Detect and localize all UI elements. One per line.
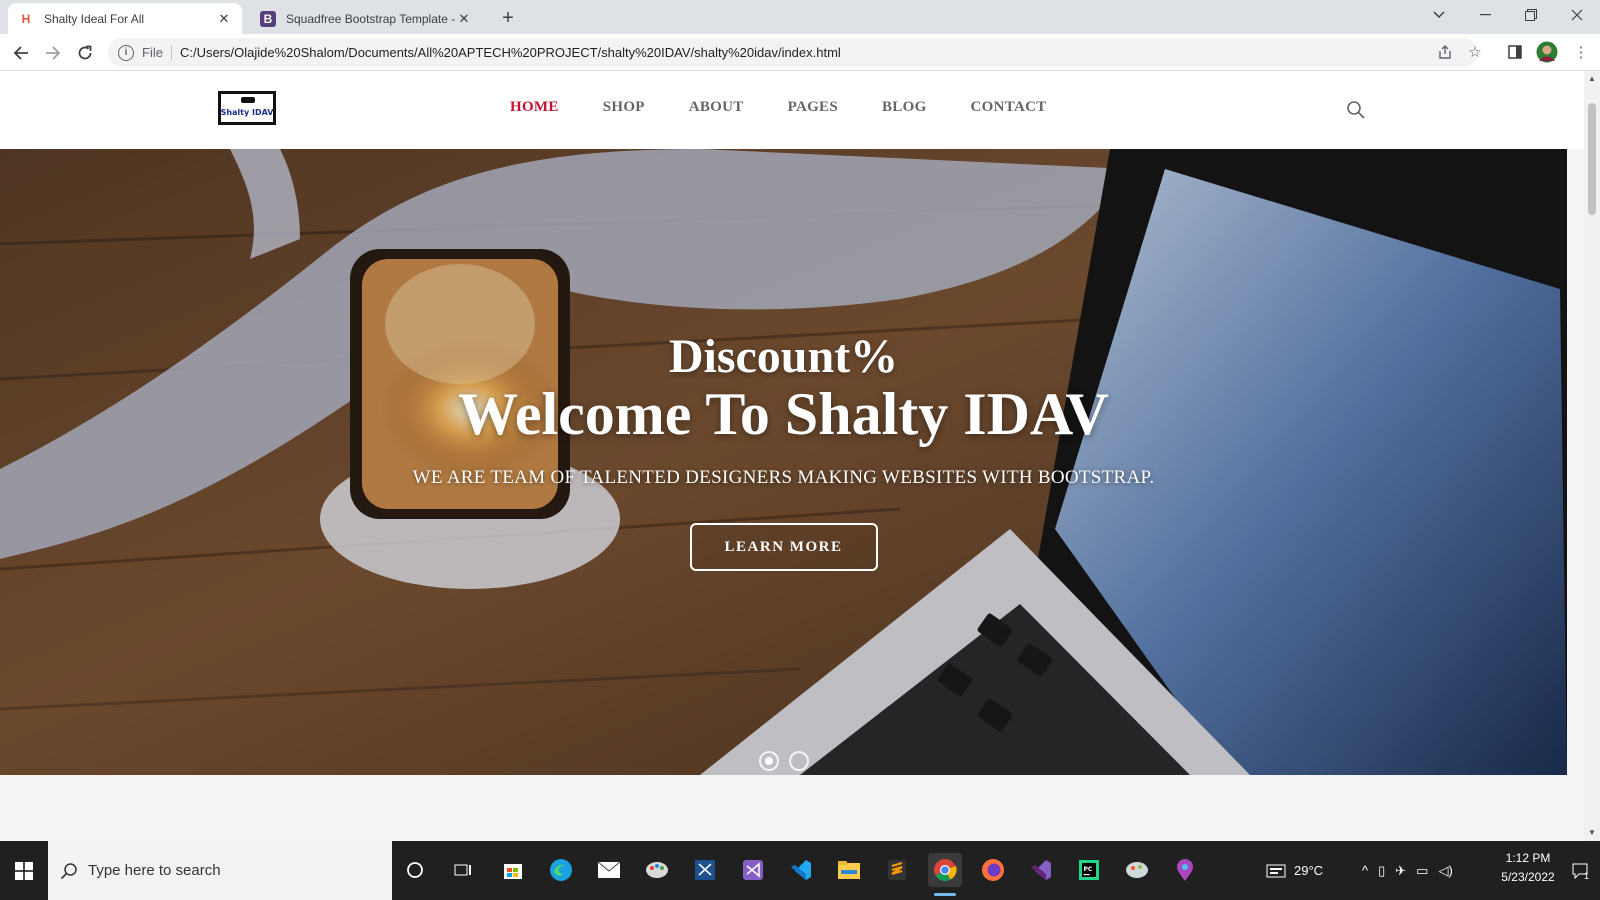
maps-pin-icon[interactable] bbox=[1168, 853, 1202, 887]
tab-squadfree[interactable]: B Squadfree Bootstrap Template - ✕ bbox=[250, 3, 482, 34]
new-tab-button[interactable]: + bbox=[496, 6, 520, 30]
page-viewport: Shalty IDAV HOME SHOP ABOUT PAGES BLOG C… bbox=[0, 71, 1584, 841]
graduation-cap-icon bbox=[241, 97, 255, 103]
search-icon[interactable] bbox=[1346, 100, 1366, 120]
hero-subtitle: WE ARE TEAM OF TALENTED DESIGNERS MAKING… bbox=[412, 467, 1155, 488]
chevron-up-icon[interactable]: ^ bbox=[1362, 863, 1368, 878]
vscode-icon[interactable] bbox=[784, 853, 818, 887]
scrollbar-thumb[interactable] bbox=[1588, 103, 1596, 215]
profile-avatar[interactable] bbox=[1536, 41, 1558, 63]
battery-icon[interactable]: ▭ bbox=[1416, 863, 1428, 879]
snipping-tool-icon[interactable] bbox=[688, 853, 722, 887]
nav-home[interactable]: HOME bbox=[510, 99, 559, 116]
side-panel-icon[interactable] bbox=[1504, 41, 1526, 63]
browser-tab-strip: H Shalty Ideal For All ✕ B Squadfree Boo… bbox=[0, 0, 1600, 34]
share-icon[interactable] bbox=[1434, 41, 1456, 63]
cortana-icon[interactable] bbox=[398, 853, 432, 887]
nav-blog[interactable]: BLOG bbox=[882, 99, 927, 116]
weather-widget[interactable]: 29°C bbox=[1266, 841, 1323, 900]
minimize-button[interactable] bbox=[1462, 0, 1508, 30]
restore-button[interactable] bbox=[1508, 0, 1554, 30]
site-info-icon[interactable]: i bbox=[118, 44, 134, 61]
bootstrap-favicon-icon: B bbox=[260, 10, 276, 27]
sublime-text-icon[interactable] bbox=[880, 853, 914, 887]
network-icon[interactable]: ✈ bbox=[1395, 863, 1406, 879]
close-window-button[interactable] bbox=[1554, 0, 1600, 30]
mail-icon[interactable] bbox=[592, 853, 626, 887]
start-button[interactable] bbox=[0, 841, 48, 900]
more-menu-icon[interactable]: ⋮ bbox=[1570, 41, 1592, 63]
clock-time: 1:12 PM bbox=[1505, 851, 1551, 865]
tab-title: Squadfree Bootstrap Template - bbox=[286, 11, 456, 26]
taskbar-search-placeholder: Type here to search bbox=[88, 862, 221, 879]
clock-date: 5/23/2022 bbox=[1501, 870, 1555, 884]
site-header: Shalty IDAV HOME SHOP ABOUT PAGES BLOG C… bbox=[0, 71, 1584, 149]
url-text[interactable]: C:/Users/Olajide%20Shalom/Documents/All%… bbox=[180, 45, 841, 60]
edge-icon[interactable] bbox=[544, 853, 578, 887]
hero-kicker: Discount% bbox=[668, 330, 899, 383]
system-tray: ^ ▯ ✈ ▭ ◁) bbox=[1362, 841, 1453, 900]
back-button[interactable] bbox=[8, 40, 34, 66]
url-scheme: File bbox=[142, 45, 163, 60]
nav-about[interactable]: ABOUT bbox=[689, 99, 744, 116]
notification-count: 1 bbox=[1584, 871, 1590, 881]
file-explorer-icon[interactable] bbox=[832, 853, 866, 887]
page-scrollbar[interactable]: ▲ ▼ bbox=[1584, 71, 1600, 841]
close-tab-icon[interactable]: ✕ bbox=[456, 11, 472, 27]
task-view-icon[interactable] bbox=[446, 853, 480, 887]
tab-title: Shalty Ideal For All bbox=[44, 11, 145, 26]
pycharm-icon[interactable]: PC bbox=[1072, 853, 1106, 887]
omnibox-divider bbox=[170, 44, 172, 61]
visual-studio-alt-icon[interactable] bbox=[1024, 853, 1058, 887]
bookmark-star-icon[interactable]: ☆ bbox=[1464, 41, 1486, 63]
chrome-icon[interactable] bbox=[928, 853, 962, 896]
taskbar-clock[interactable]: 1:12 PM 5/23/2022 bbox=[1488, 849, 1568, 887]
firefox-icon[interactable] bbox=[976, 853, 1010, 887]
search-icon bbox=[60, 862, 77, 879]
main-navigation: HOME SHOP ABOUT PAGES BLOG CONTACT bbox=[510, 99, 1091, 116]
site-favicon-icon: H bbox=[21, 11, 31, 26]
browser-toolbar: i File C:/Users/Olajide%20Shalom/Documen… bbox=[0, 34, 1600, 71]
nav-pages[interactable]: PAGES bbox=[788, 99, 838, 116]
site-logo[interactable]: Shalty IDAV bbox=[218, 91, 276, 125]
volume-icon[interactable]: ◁) bbox=[1438, 863, 1452, 879]
visual-studio-icon[interactable] bbox=[736, 853, 770, 887]
windows-taskbar: Type here to search PC 29°C ^ ▯ ✈ ▭ ◁) 1… bbox=[0, 841, 1600, 900]
nav-shop[interactable]: SHOP bbox=[603, 99, 645, 116]
hero-content: Discount% Welcome To Shalty IDAV WE ARE … bbox=[0, 329, 1567, 571]
weather-icon bbox=[1266, 864, 1286, 877]
close-tab-icon[interactable]: ✕ bbox=[216, 11, 232, 27]
carousel-dot-1[interactable] bbox=[759, 751, 779, 771]
device-icon[interactable]: ▯ bbox=[1378, 863, 1385, 879]
logo-text: Shalty IDAV bbox=[220, 107, 274, 117]
taskbar-search[interactable]: Type here to search bbox=[48, 841, 392, 900]
svg-text:PC: PC bbox=[1084, 866, 1093, 873]
forward-button[interactable] bbox=[40, 40, 66, 66]
scroll-down-icon[interactable]: ▼ bbox=[1588, 829, 1596, 837]
action-center-button[interactable]: 1 bbox=[1560, 841, 1600, 900]
hero-title: Welcome To Shalty IDAV bbox=[458, 381, 1109, 447]
scroll-up-icon[interactable]: ▲ bbox=[1588, 75, 1596, 83]
paint-icon[interactable] bbox=[640, 853, 674, 887]
windows-logo-icon bbox=[15, 861, 33, 880]
learn-more-button[interactable]: LEARN MORE bbox=[689, 523, 878, 571]
carousel-indicators bbox=[759, 751, 809, 771]
address-bar[interactable]: i File C:/Users/Olajide%20Shalom/Documen… bbox=[108, 38, 1478, 67]
nav-contact[interactable]: CONTACT bbox=[971, 99, 1047, 116]
tab-search-chevron-icon[interactable] bbox=[1416, 0, 1462, 30]
tab-shalty[interactable]: H Shalty Ideal For All ✕ bbox=[8, 3, 242, 34]
microsoft-store-icon[interactable] bbox=[496, 853, 530, 887]
carousel-dot-2[interactable] bbox=[789, 751, 809, 771]
hero-carousel: Discount% Welcome To Shalty IDAV WE ARE … bbox=[0, 149, 1567, 775]
reload-button[interactable] bbox=[72, 40, 98, 66]
weather-temp: 29°C bbox=[1294, 863, 1324, 878]
paint-3d-icon[interactable] bbox=[1120, 853, 1154, 887]
